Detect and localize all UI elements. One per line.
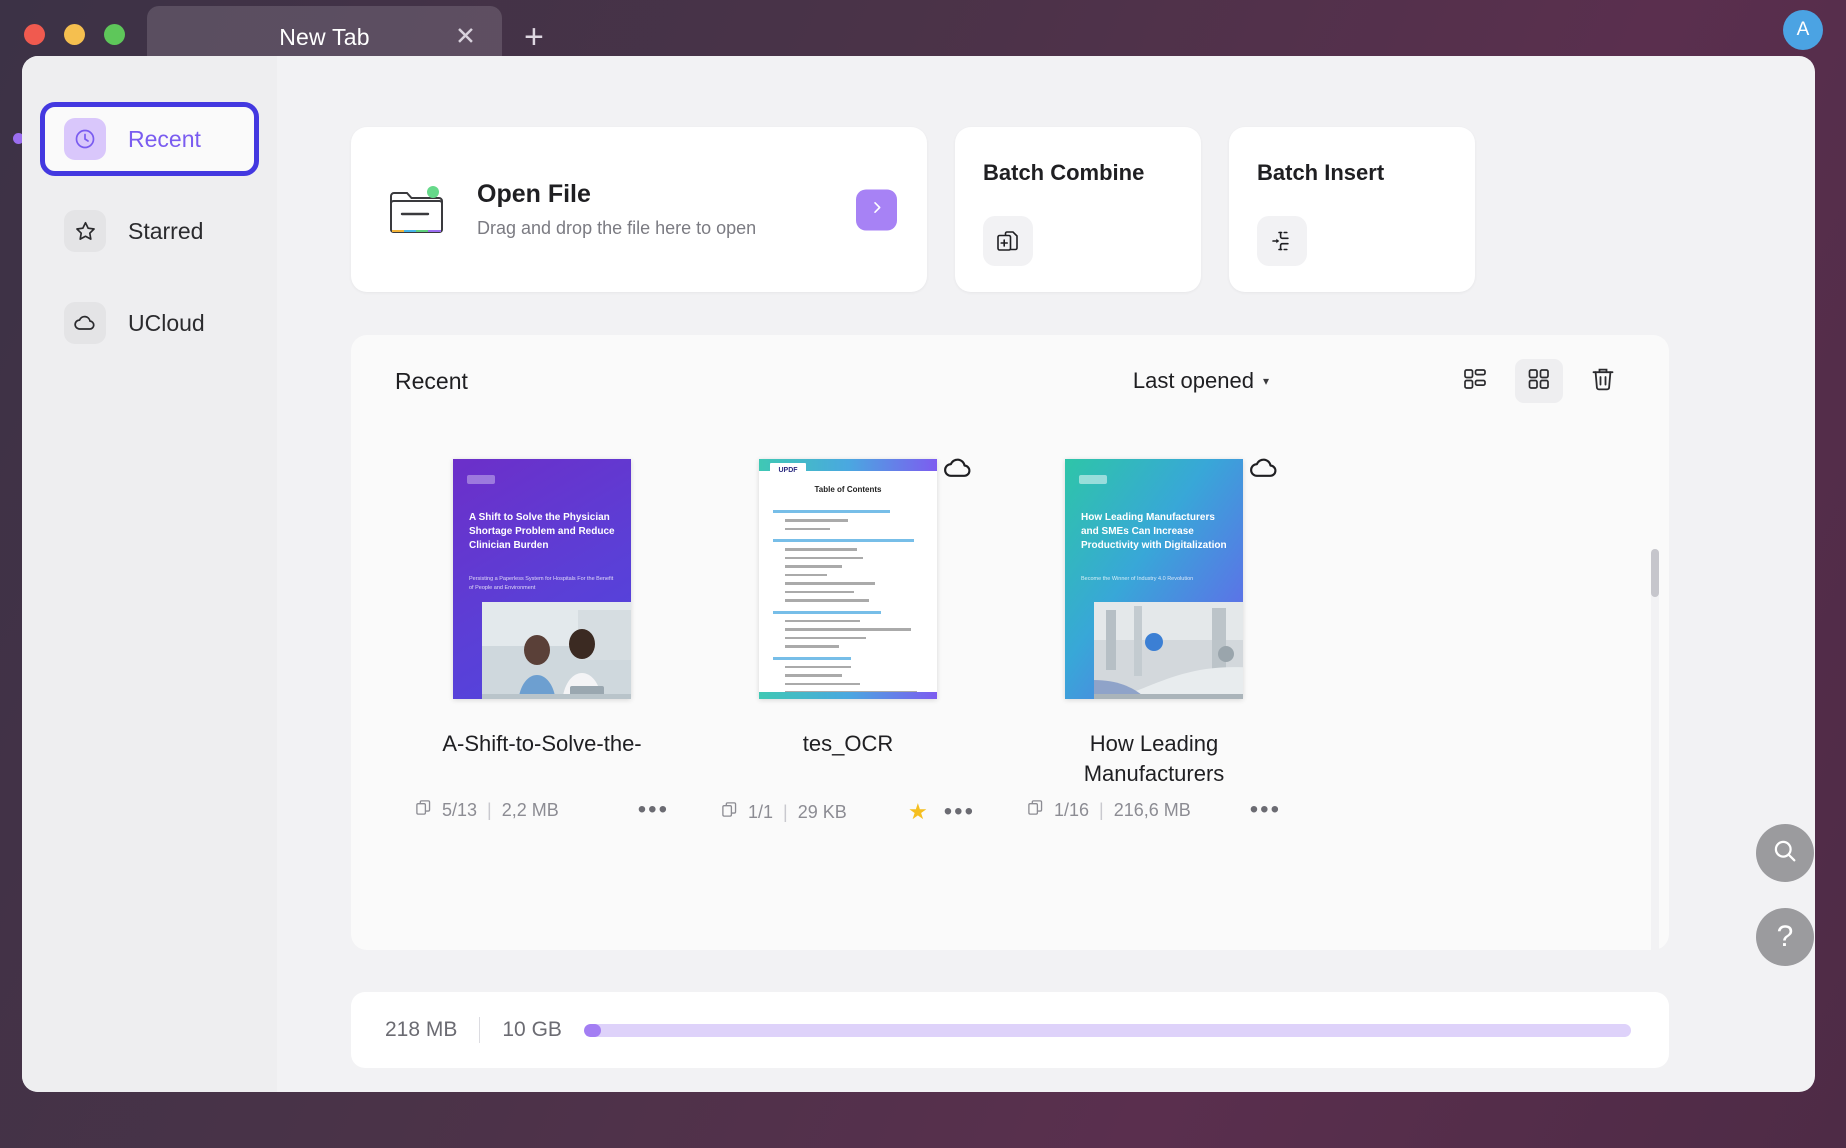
clock-icon [64, 118, 106, 160]
sidebar: Recent Starred UCloud [22, 56, 277, 1092]
sidebar-item-label: Recent [128, 125, 201, 152]
delete-button[interactable] [1579, 359, 1627, 403]
chevron-right-icon [869, 199, 885, 220]
view-toolbar [1451, 359, 1627, 403]
file-card[interactable]: A Shift to Solve the Physician Shortage … [393, 427, 691, 825]
avatar-initial: A [1796, 19, 1810, 40]
main-content: Open File Drag and drop the file here to… [277, 56, 1815, 1092]
file-meta: 1/1 | 29 KB ★ ••• [699, 789, 997, 825]
close-icon[interactable]: ✕ [455, 24, 476, 50]
batch-combine-card[interactable]: Batch Combine [955, 127, 1201, 292]
open-file-card[interactable]: Open File Drag and drop the file here to… [351, 127, 927, 292]
cloud-icon [1247, 451, 1281, 490]
file-size: 216,6 MB [1113, 799, 1191, 820]
recent-section-title: Recent [395, 367, 468, 394]
storage-progress-fill [583, 1023, 601, 1037]
file-more-menu[interactable]: ••• [638, 798, 669, 822]
recent-panel: Recent Last opened ▾ A Shift to Solve th… [351, 335, 1669, 989]
sidebar-item-starred[interactable]: Starred [44, 198, 255, 264]
file-meta: 1/16 | 216,6 MB ••• [1005, 789, 1303, 822]
starred-icon[interactable]: ★ [908, 799, 928, 825]
storage-divider [479, 1017, 481, 1043]
star-icon [64, 210, 106, 252]
search-fab[interactable] [1756, 824, 1814, 882]
grid-view-button[interactable] [1515, 359, 1563, 403]
list-view-button[interactable] [1451, 359, 1499, 403]
page-count: 5/13 [442, 799, 478, 820]
file-more-menu[interactable]: ••• [1250, 798, 1281, 822]
storage-progress-track [583, 1023, 1631, 1037]
chevron-down-icon: ▾ [1262, 374, 1269, 388]
file-size: 29 KB [797, 801, 847, 822]
thumbnail-subtitle: Become the Winner of Industry 4.0 Revolu… [1081, 576, 1194, 582]
app-shell: Recent Starred UCloud Open File Drag and… [22, 56, 1815, 1092]
storage-used: 218 MB [385, 1018, 458, 1041]
page-count: 1/1 [748, 801, 774, 822]
sort-dropdown[interactable]: Last opened ▾ [1133, 368, 1269, 394]
file-thumbnail: How Leading Manufacturers and SMEs Can I… [1005, 445, 1303, 713]
thumbnail-title: Table of Contents [814, 485, 882, 494]
meta-divider: | [783, 801, 788, 822]
file-more-menu[interactable]: ••• [944, 800, 975, 824]
open-file-subtitle: Drag and drop the file here to open [477, 218, 757, 238]
grid-view-icon [1526, 366, 1552, 397]
batch-insert-card[interactable]: Batch Insert [1229, 127, 1475, 292]
avatar[interactable]: A [1783, 10, 1823, 50]
meta-divider: | [487, 799, 492, 820]
folder-icon [387, 183, 449, 237]
thumbnail-title: How Leading Manufacturers and SMEs Can I… [1081, 512, 1227, 551]
file-card[interactable]: How Leading Manufacturers and SMEs Can I… [1005, 427, 1303, 825]
open-file-text: Open File Drag and drop the file here to… [477, 180, 756, 239]
question-mark-icon: ? [1776, 920, 1794, 953]
sidebar-item-recent[interactable]: Recent [40, 102, 259, 176]
thumbnail-title: A Shift to Solve the Physician Shortage … [469, 512, 615, 551]
file-thumbnail: UPDF Table of Contents [699, 445, 997, 713]
storage-total: 10 GB [502, 1018, 562, 1041]
close-window-button[interactable] [24, 23, 45, 45]
file-name: How Leading Manufacturers [1083, 731, 1225, 786]
storage-bar: 218 MB 10 GB [351, 992, 1669, 1068]
insert-pages-icon [1257, 216, 1307, 266]
file-meta: 5/13 | 2,2 MB ••• [393, 789, 691, 822]
thumbnail-subtitle: Persisting a Paperless System for Hospit… [469, 576, 614, 591]
sidebar-item-label: Starred [128, 217, 204, 244]
file-name: A-Shift-to-Solve-the- [442, 731, 642, 756]
quick-actions-row: Open File Drag and drop the file here to… [351, 127, 1815, 292]
batch-combine-title: Batch Combine [983, 160, 1145, 185]
cloud-icon [941, 451, 975, 490]
file-card[interactable]: UPDF Table of Contents tes_OCR 1/1 | 29 … [699, 427, 997, 825]
help-fab[interactable]: ? [1756, 908, 1814, 966]
file-name: tes_OCR [802, 731, 894, 756]
search-icon [1771, 837, 1799, 870]
panel-scrollbar[interactable] [1651, 549, 1659, 989]
cloud-icon [64, 302, 106, 344]
sidebar-item-label: UCloud [128, 309, 205, 336]
pages-icon [721, 801, 738, 823]
file-size: 2,2 MB [501, 799, 559, 820]
pages-icon [1027, 799, 1044, 821]
trash-icon [1588, 364, 1618, 399]
pages-icon [415, 799, 432, 821]
minimize-window-button[interactable] [64, 23, 85, 45]
combine-pages-icon [983, 216, 1033, 266]
open-file-arrow-button[interactable] [856, 189, 897, 230]
meta-divider: | [1099, 799, 1104, 820]
recent-files-grid: A Shift to Solve the Physician Shortage … [351, 427, 1669, 989]
tab-label: New Tab [279, 23, 370, 50]
sort-label: Last opened [1132, 368, 1254, 393]
batch-insert-title: Batch Insert [1257, 160, 1385, 185]
list-view-icon [1462, 366, 1488, 397]
open-file-title: Open File [477, 180, 591, 208]
recent-header: Recent Last opened ▾ [351, 335, 1669, 427]
maximize-window-button[interactable] [104, 23, 125, 45]
page-count: 1/16 [1054, 799, 1090, 820]
window-controls [24, 23, 125, 45]
scrollbar-thumb[interactable] [1651, 549, 1659, 597]
thumbnail-logo: UPDF [770, 463, 806, 477]
file-thumbnail: A Shift to Solve the Physician Shortage … [393, 445, 691, 713]
sidebar-item-ucloud[interactable]: UCloud [44, 290, 255, 356]
